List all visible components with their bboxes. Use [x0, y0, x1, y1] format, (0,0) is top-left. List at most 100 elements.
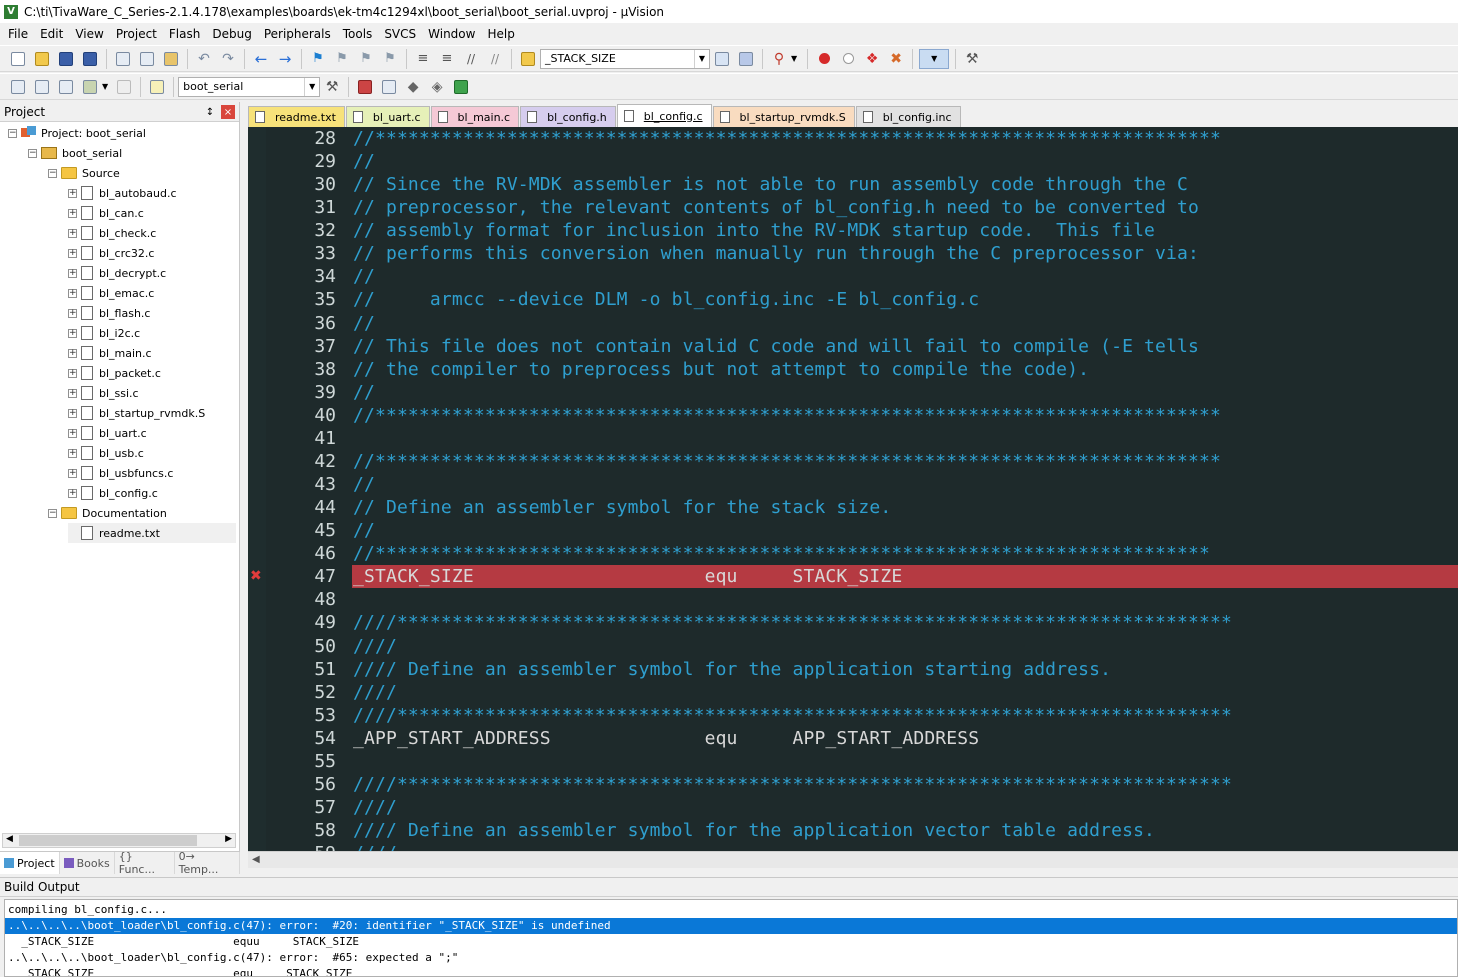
bookmark-prev-icon[interactable]: ⚑ [332, 49, 352, 69]
build-message[interactable]: ..\..\..\..\boot_loader\bl_config.c(47):… [5, 950, 1457, 966]
code-line[interactable]: 51 //// Define an assembler symbol for th… [248, 658, 1458, 681]
editor-tab-bl-config-inc[interactable]: bl_config.inc [855, 106, 961, 127]
editor-horizontal-scrollbar[interactable]: ◀ [248, 851, 1458, 868]
expand-icon[interactable]: + [68, 408, 77, 418]
paste-icon[interactable] [161, 49, 181, 69]
find-replace-icon[interactable] [736, 49, 756, 69]
tab-project[interactable]: Project [0, 852, 60, 874]
configure-icon[interactable]: ⚒ [962, 49, 982, 69]
error-marker-icon[interactable]: ✖ [250, 569, 264, 583]
unindent-icon[interactable]: ≡ [437, 49, 457, 69]
menu-project[interactable]: Project [110, 27, 163, 41]
stop-build-icon[interactable] [114, 77, 134, 97]
bookmark-next-icon[interactable]: ⚑ [356, 49, 376, 69]
expand-icon[interactable]: + [68, 368, 77, 378]
tree-group-source[interactable]: − Source [48, 163, 120, 183]
undo-icon[interactable]: ↶ [194, 49, 214, 69]
expand-icon[interactable]: + [68, 188, 77, 198]
tab-functions[interactable]: {} Func... [115, 850, 175, 876]
batch-build-icon[interactable] [80, 77, 100, 97]
tree-file[interactable]: + bl_flash.c [68, 303, 150, 323]
expand-icon[interactable]: + [68, 428, 77, 438]
editor-tab-readme[interactable]: readme.txt [248, 106, 345, 127]
expand-icon[interactable]: + [68, 348, 77, 358]
tree-file[interactable]: + bl_check.c [68, 223, 156, 243]
expand-icon[interactable]: + [68, 388, 77, 398]
uncomment-icon[interactable]: // [485, 49, 505, 69]
collapse-icon[interactable]: − [8, 128, 17, 138]
code-line[interactable]: 32 // assembly format for inclusion into … [248, 219, 1458, 242]
code-line[interactable]: 44 // Define an assembler symbol for the … [248, 496, 1458, 519]
window-layout-icon[interactable]: ▼ [919, 48, 950, 69]
menu-peripherals[interactable]: Peripherals [258, 27, 337, 41]
tree-file[interactable]: + bl_usbfuncs.c [68, 463, 173, 483]
expand-icon[interactable]: + [68, 308, 77, 318]
tab-templates[interactable]: 0→ Temp... [175, 850, 240, 876]
pin-icon[interactable]: ↕ [203, 105, 217, 119]
editor-tab-bl-uart[interactable]: bl_uart.c [345, 106, 430, 127]
code-line[interactable]: 37 // This file does not contain valid C … [248, 335, 1458, 358]
scroll-left-icon[interactable]: ◀ [6, 834, 13, 844]
code-line[interactable]: 33 // performs this conversion when manua… [248, 242, 1458, 265]
scroll-right-icon[interactable]: ▶ [225, 834, 232, 844]
code-line[interactable]: 42 //************************************… [248, 450, 1458, 473]
code-line[interactable]: 56 ////**********************************… [248, 773, 1458, 796]
open-file-icon[interactable] [32, 49, 52, 69]
save-all-icon[interactable] [80, 49, 100, 69]
build-message[interactable]: _STACK_SIZE equ STACK_SIZE [5, 966, 1457, 976]
navigate-back-icon[interactable]: ← [251, 49, 271, 69]
tree-file[interactable]: + bl_startup_rvmdk.S [68, 403, 205, 423]
code-line[interactable]: 45 // [248, 519, 1458, 542]
copy-icon[interactable] [137, 49, 157, 69]
code-line[interactable]: 43 // [248, 473, 1458, 496]
menu-window[interactable]: Window [422, 27, 481, 41]
tree-file[interactable]: + bl_decrypt.c [68, 263, 166, 283]
expand-icon[interactable]: + [68, 448, 77, 458]
tree-project-root[interactable]: − Project: boot_serial [8, 123, 146, 143]
expand-icon[interactable]: + [68, 268, 77, 278]
breakpoint-enable-icon[interactable] [838, 49, 858, 69]
code-line[interactable]: 55 [248, 750, 1458, 773]
indent-icon[interactable]: ≡ [413, 49, 433, 69]
build-icon[interactable] [32, 77, 52, 97]
code-line[interactable]: 46 //************************************… [248, 542, 1458, 565]
code-line[interactable]: 53 ////**********************************… [248, 704, 1458, 727]
code-line[interactable]: 30 // Since the RV-MDK assembler is not a… [248, 173, 1458, 196]
code-line[interactable]: 52 //// [248, 681, 1458, 704]
translate-icon[interactable] [8, 77, 28, 97]
target-select[interactable]: boot_serial ▼ [178, 76, 321, 97]
tree-file[interactable]: readme.txt [68, 523, 236, 543]
tree-file[interactable]: + bl_ssi.c [68, 383, 139, 403]
run-time-environment-icon[interactable] [451, 77, 471, 97]
collapse-icon[interactable]: − [48, 168, 57, 178]
code-line[interactable]: 57 //// [248, 796, 1458, 819]
bookmark-clear-icon[interactable]: ⚑ [380, 49, 400, 69]
code-line[interactable]: 48 [248, 588, 1458, 611]
code-line[interactable]: 40 //************************************… [248, 404, 1458, 427]
pack-installer-icon[interactable]: ◈ [427, 77, 447, 97]
save-icon[interactable] [56, 49, 76, 69]
debug-session-icon[interactable]: ⚲ [769, 49, 789, 69]
find-in-files-icon[interactable] [518, 49, 538, 69]
collapse-icon[interactable]: − [28, 148, 37, 158]
code-line[interactable]: 28 //************************************… [248, 127, 1458, 150]
code-line[interactable]: 36 // [248, 312, 1458, 335]
tree-file[interactable]: + bl_can.c [68, 203, 144, 223]
code-line[interactable]: 54 _APP_START_ADDRESS equ APP_START_ADDRE… [248, 727, 1458, 750]
cut-icon[interactable] [113, 49, 133, 69]
code-line[interactable]: 29 // [248, 150, 1458, 173]
find-combo[interactable]: _STACK_SIZE ▼ [540, 48, 710, 69]
build-output-pane[interactable]: compiling bl_config.c... ..\..\..\..\boot… [4, 899, 1458, 977]
code-line[interactable]: 59 //// [248, 842, 1458, 851]
comment-icon[interactable]: // [461, 49, 481, 69]
incremental-find-icon[interactable] [712, 49, 732, 69]
menu-view[interactable]: View [69, 27, 109, 41]
select-packs-icon[interactable]: ◆ [403, 77, 423, 97]
editor-tab-bl-startup[interactable]: bl_startup_rvmdk.S [712, 106, 855, 127]
tree-file[interactable]: + bl_main.c [68, 343, 152, 363]
editor-tab-bl-config-c[interactable]: bl_config.c [616, 104, 712, 127]
navigate-forward-icon[interactable]: → [275, 49, 295, 69]
tree-horizontal-scrollbar[interactable]: ◀ ▶ [2, 833, 236, 848]
scroll-left-icon[interactable]: ◀ [252, 854, 260, 865]
redo-icon[interactable]: ↷ [218, 49, 238, 69]
